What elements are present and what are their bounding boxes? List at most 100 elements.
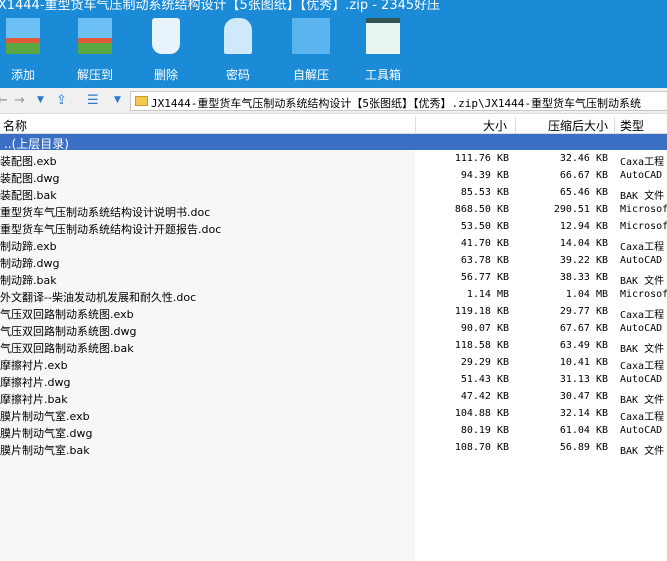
file-type: Caxa工程 <box>620 310 665 321</box>
packed-size: 1.04 MB <box>565 289 608 300</box>
delete-label: 删除 <box>153 68 178 82</box>
file-size: 85.53 KB <box>460 187 509 198</box>
file-row[interactable]: 摩擦衬片.dwg 51.43 KB 31.13 KB AutoCAD <box>0 371 667 389</box>
file-row[interactable]: 装配图.dwg 94.39 KB 66.67 KB AutoCAD <box>0 167 667 185</box>
file-type: BAK 文件 <box>620 446 665 457</box>
packed-size: 12.94 KB <box>559 221 608 232</box>
file-type: BAK 文件 <box>620 344 665 355</box>
packed-size: 30.47 KB <box>559 391 608 402</box>
file-row[interactable]: 膜片制动气室.exb 104.88 KB 32.14 KB Caxa工程 <box>0 405 667 423</box>
packed-size: 39.22 KB <box>559 255 608 266</box>
file-type: AutoCAD <box>620 425 663 436</box>
packed-size: 29.77 KB <box>559 306 608 317</box>
file-size: 868.50 KB <box>454 204 509 215</box>
extract-to-label: 解压到 <box>76 68 113 82</box>
file-row[interactable]: 装配图.bak 85.53 KB 65.46 KB BAK 文件 <box>0 184 667 202</box>
file-type: Caxa工程 <box>620 361 665 372</box>
packed-size: 31.13 KB <box>559 374 608 385</box>
file-size: 63.78 KB <box>460 255 509 266</box>
file-type: Caxa工程 <box>620 242 665 253</box>
packed-size: 56.89 KB <box>559 442 608 453</box>
parent-directory-row[interactable]: ..(上层目录) <box>0 134 667 151</box>
file-size: 111.76 KB <box>454 153 509 164</box>
back-icon[interactable]: ← <box>0 93 8 108</box>
file-row[interactable]: 外文翻译--柴油发动机发展和耐久性.doc 1.14 MB 1.04 MB Micro… <box>0 286 667 304</box>
packed-size: 63.49 KB <box>559 340 608 351</box>
column-size[interactable]: 大小 <box>483 117 507 134</box>
file-size: 118.58 KB <box>454 340 509 351</box>
up-folder-icon[interactable]: ⇪ <box>56 93 67 108</box>
file-type: AutoCAD <box>620 323 663 334</box>
file-row[interactable]: 制动蹄.dwg 63.78 KB 39.22 KB AutoCAD <box>0 252 667 270</box>
file-size: 108.70 KB <box>454 442 509 453</box>
file-size: 51.43 KB <box>460 374 509 385</box>
file-size: 119.18 KB <box>454 306 509 317</box>
file-row[interactable]: 制动蹄.bak 56.77 KB 38.33 KB BAK 文件 <box>0 269 667 287</box>
file-row[interactable]: 摩擦衬片.exb 29.29 KB 10.41 KB Caxa工程 <box>0 354 667 372</box>
window-title: JX1444-重型货车气压制动系统结构设计【5张图纸】【优秀】.zip - 23… <box>0 0 441 13</box>
recycle-bin-icon <box>152 18 180 54</box>
file-type: BAK 文件 <box>620 191 665 202</box>
file-row[interactable]: 装配图.exb 111.76 KB 32.46 KB Caxa工程 <box>0 150 667 168</box>
file-type: AutoCAD <box>620 374 663 385</box>
file-row[interactable]: 气压双回路制动系统图.dwg 90.07 KB 67.67 KB AutoCAD <box>0 320 667 338</box>
path-text: JX1444-重型货车气压制动系统结构设计【5张图纸】【优秀】.zip\JX14… <box>151 97 641 110</box>
add-archive-icon <box>6 18 40 54</box>
packed-size: 14.04 KB <box>559 238 608 249</box>
folder-icon <box>135 96 148 106</box>
file-row[interactable]: 重型货车气压制动系统结构设计说明书.doc 868.50 KB 290.51 KB M… <box>0 201 667 219</box>
file-type: AutoCAD <box>620 170 663 181</box>
column-packed-size[interactable]: 压缩后大小 <box>548 117 608 134</box>
file-row[interactable]: 膜片制动气室.bak 108.70 KB 56.89 KB BAK 文件 <box>0 439 667 457</box>
packed-size: 61.04 KB <box>559 425 608 436</box>
file-list: 装配图.exb 111.76 KB 32.46 KB Caxa工程 装配图.dwg 94.… <box>0 150 667 457</box>
file-row[interactable]: 气压双回路制动系统图.bak 118.58 KB 63.49 KB BAK 文件 <box>0 337 667 355</box>
path-bar[interactable]: JX1444-重型货车气压制动系统结构设计【5张图纸】【优秀】.zip\JX14… <box>130 91 667 111</box>
delete-button[interactable]: 删除 <box>138 18 194 83</box>
file-row[interactable]: 膜片制动气室.dwg 80.19 KB 61.04 KB AutoCAD <box>0 422 667 440</box>
history-dropdown-icon[interactable]: ▼ <box>37 95 44 105</box>
file-size: 94.39 KB <box>460 170 509 181</box>
toolbox-icon <box>366 18 400 54</box>
view-list-icon[interactable]: ☰ <box>87 93 99 108</box>
file-size: 47.42 KB <box>460 391 509 402</box>
column-name[interactable]: 名称 <box>3 117 27 134</box>
toolbox-label: 工具箱 <box>364 68 401 82</box>
password-button[interactable]: 密码 <box>210 18 266 83</box>
toolbar: JX1444-重型货车气压制动系统结构设计【5张图纸】【优秀】.zip - 23… <box>0 0 667 88</box>
file-size: 90.07 KB <box>460 323 509 334</box>
file-type: Microsof <box>620 221 667 232</box>
add-label: 添加 <box>10 68 35 82</box>
add-button[interactable]: 添加 <box>0 18 51 83</box>
packed-size: 66.67 KB <box>559 170 608 181</box>
file-type: BAK 文件 <box>620 395 665 406</box>
file-type: AutoCAD <box>620 255 663 266</box>
file-row[interactable]: 气压双回路制动系统图.exb 119.18 KB 29.77 KB Caxa工程 <box>0 303 667 321</box>
extract-icon <box>78 18 112 54</box>
file-type: Caxa工程 <box>620 412 665 423</box>
self-extract-button[interactable]: 自解压 <box>283 18 339 83</box>
forward-icon[interactable]: → <box>14 93 25 108</box>
self-extract-label: 自解压 <box>292 68 329 82</box>
packed-size: 67.67 KB <box>559 323 608 334</box>
extract-to-button[interactable]: 解压到 <box>67 18 123 83</box>
toolbox-button[interactable]: 工具箱 <box>355 18 411 83</box>
file-row[interactable]: 重型货车气压制动系统结构设计开题报告.doc 53.50 KB 12.94 KB Mi… <box>0 218 667 236</box>
file-type: BAK 文件 <box>620 276 665 287</box>
password-label: 密码 <box>225 68 250 82</box>
file-size: 53.50 KB <box>460 221 509 232</box>
file-size: 104.88 KB <box>454 408 509 419</box>
file-row[interactable]: 制动蹄.exb 41.70 KB 14.04 KB Caxa工程 <box>0 235 667 253</box>
file-row[interactable]: 摩擦衬片.bak 47.42 KB 30.47 KB BAK 文件 <box>0 388 667 406</box>
packed-size: 38.33 KB <box>559 272 608 283</box>
self-extract-icon <box>292 18 330 54</box>
file-size: 41.70 KB <box>460 238 509 249</box>
view-dropdown-icon[interactable]: ▼ <box>114 95 121 105</box>
packed-size: 290.51 KB <box>553 204 608 215</box>
file-size: 80.19 KB <box>460 425 509 436</box>
packed-size: 32.14 KB <box>559 408 608 419</box>
lock-icon <box>224 18 252 54</box>
file-size: 56.77 KB <box>460 272 509 283</box>
file-name: 膜片制动气室.bak <box>0 444 90 457</box>
column-type[interactable]: 类型 <box>620 117 644 134</box>
